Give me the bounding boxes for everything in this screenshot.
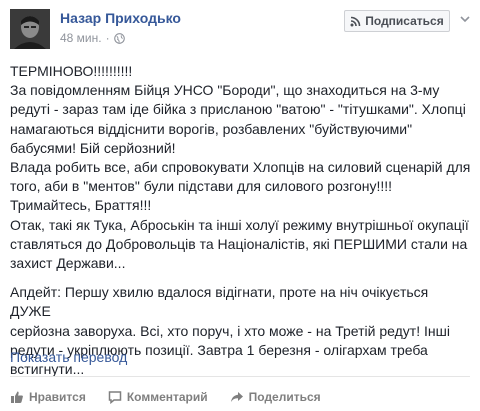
subscribe-label: Подписаться	[365, 14, 444, 28]
share-icon	[230, 392, 243, 402]
share-label: Поделиться	[248, 390, 321, 404]
post-actions: Нравится Комментарий Поделиться	[10, 386, 343, 408]
avatar[interactable]	[10, 9, 50, 49]
rss-icon	[350, 16, 361, 26]
share-button[interactable]: Поделиться	[230, 390, 321, 404]
post-paragraph: ТЕРМІНОВО!!!!!!!!!! За повідомленням Бій…	[10, 63, 471, 272]
post-time[interactable]: 48 мин.	[60, 31, 102, 45]
chevron-down-icon[interactable]	[458, 12, 472, 26]
post-body: ТЕРМІНОВО!!!!!!!!!! За повідомленням Бій…	[10, 62, 472, 379]
post-meta: 48 мин. ·	[60, 31, 125, 45]
subscribe-button[interactable]: Подписаться	[344, 10, 450, 32]
meta-separator: ·	[105, 31, 110, 45]
comment-button[interactable]: Комментарий	[108, 390, 208, 404]
globe-icon	[113, 32, 125, 44]
author-name[interactable]: Назар Приходько	[60, 10, 181, 26]
show-translation-link[interactable]: Показать перевод	[10, 349, 127, 365]
comment-label: Комментарий	[126, 390, 208, 404]
thumbs-up-icon	[11, 391, 23, 403]
like-label: Нравится	[29, 390, 86, 404]
divider	[10, 376, 470, 377]
comment-icon	[108, 391, 122, 404]
like-button[interactable]: Нравится	[10, 390, 86, 404]
post-header: Назар Приходько 48 мин. · Подписаться	[0, 0, 480, 56]
